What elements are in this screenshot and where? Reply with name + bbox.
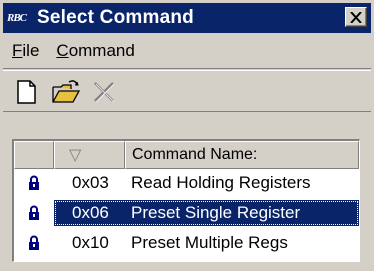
menu-file-label: ile: [22, 41, 40, 60]
delete-button[interactable]: [91, 79, 119, 105]
command-name: Read Holding Registers: [131, 173, 311, 192]
menu-file-accel: F: [12, 41, 23, 60]
header-lock-column[interactable]: [14, 141, 54, 169]
command-id: 0x10: [72, 233, 109, 252]
app-logo-text: RBC: [7, 12, 27, 24]
command-id: 0x03: [72, 173, 109, 192]
close-button[interactable]: [345, 7, 367, 27]
command-name: Preset Multiple Regs: [131, 233, 288, 252]
open-button[interactable]: [51, 79, 81, 105]
menu-command-label: ommand: [68, 41, 135, 60]
header-command-name-label: Command Name:: [132, 146, 258, 163]
header-command-name[interactable]: Command Name:: [125, 141, 359, 169]
grid-header: ▽ Command Name:: [14, 141, 359, 169]
menu-bar: File Command: [3, 36, 143, 66]
menu-command-accel: C: [56, 41, 69, 60]
close-icon: [350, 11, 362, 23]
menu-command[interactable]: Command: [47, 41, 142, 61]
lock-icon: [14, 199, 54, 227]
table-row[interactable]: 0x03 Read Holding Registers: [14, 169, 359, 197]
app-logo-icon: RBC: [7, 8, 33, 28]
new-document-icon: [17, 80, 36, 104]
lock-icon: [14, 169, 54, 197]
lock-icon: [14, 229, 54, 257]
menu-file[interactable]: File: [3, 41, 47, 61]
row-content: 0x03 Read Holding Registers: [54, 170, 359, 196]
toolbar-band: [3, 70, 371, 112]
open-folder-icon: [52, 80, 81, 103]
toolbar: [3, 68, 371, 126]
command-grid: ▽ Command Name: 0x03 Read Holding Regist…: [12, 139, 360, 262]
row-content: 0x06 Preset Single Register: [54, 200, 359, 226]
table-row-selected[interactable]: 0x06 Preset Single Register: [14, 199, 359, 227]
delete-x-icon: [94, 82, 115, 103]
new-button[interactable]: [13, 79, 41, 105]
header-id-column[interactable]: ▽: [54, 141, 125, 169]
table-row[interactable]: 0x10 Preset Multiple Regs: [14, 229, 359, 257]
row-content: 0x10 Preset Multiple Regs: [54, 230, 359, 256]
command-id: 0x06: [72, 203, 109, 222]
window-title: Select Command: [37, 7, 194, 28]
title-bar[interactable]: RBC Select Command: [3, 3, 371, 33]
sort-arrow-icon: ▽: [69, 147, 82, 164]
command-name: Preset Single Register: [131, 203, 301, 222]
select-command-window: RBC Select Command File Command ▽ Comman…: [0, 0, 374, 271]
